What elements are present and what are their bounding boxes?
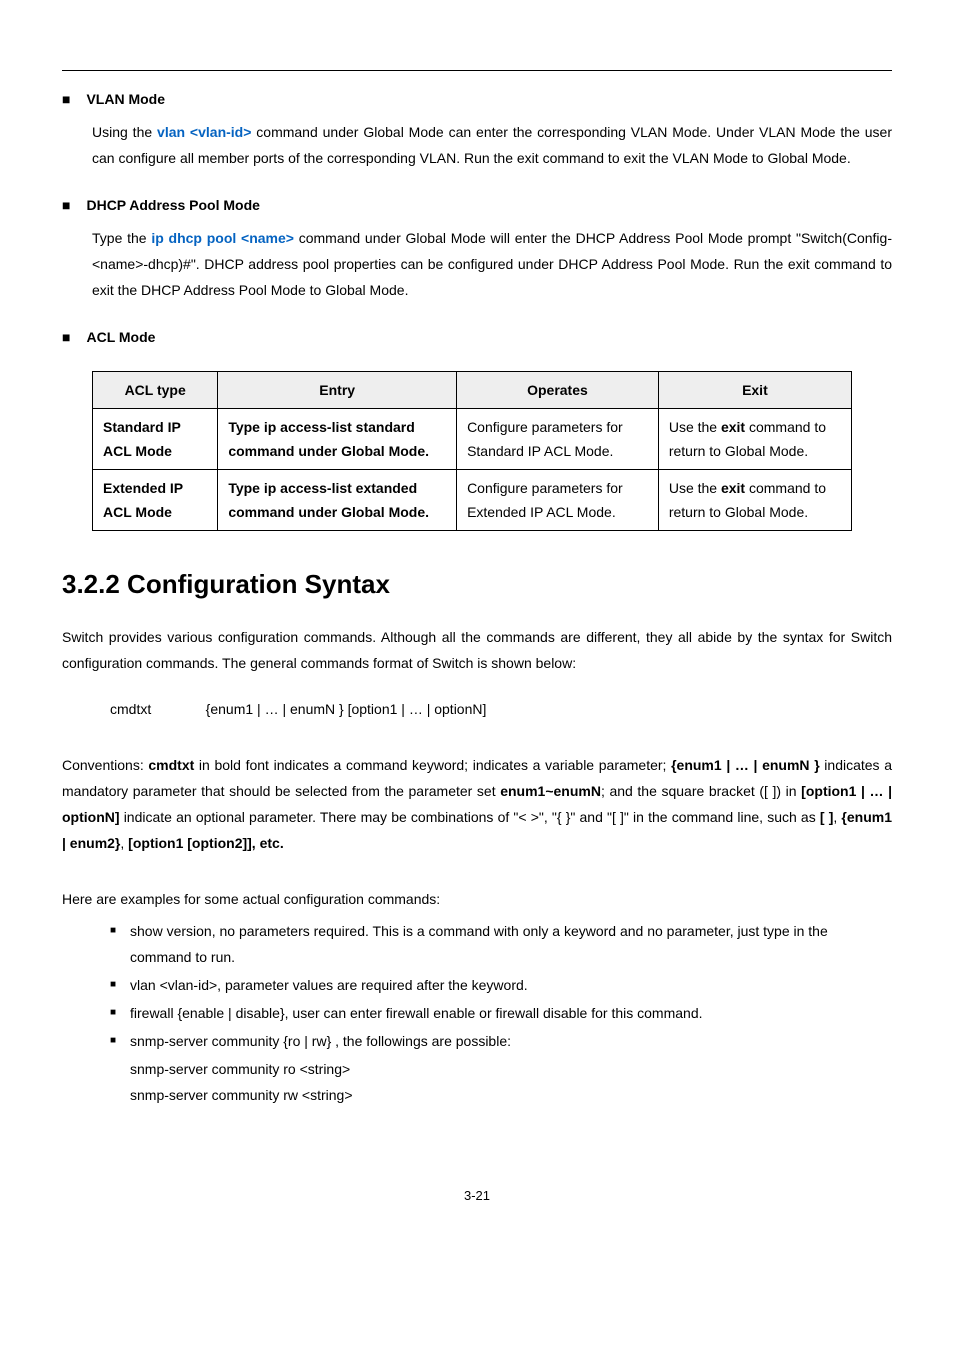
cell-acl-type: Standard IP ACL Mode [93,409,218,470]
section-acl: ■ ACL Mode [62,327,892,347]
top-rule [62,70,892,71]
table-row: Standard IP ACL Mode Type ip access-list… [93,409,852,470]
heading-config-syntax: 3.2.2 Configuration Syntax [62,569,892,600]
text: Conventions: [62,757,148,773]
list-item: show version, no parameters required. Th… [110,918,892,970]
bold-text: enum1~enumN [500,783,601,799]
link-vlan[interactable]: vlan <vlan-id> [157,124,251,140]
bold-text: Type ip access-list standard command und… [228,419,429,459]
bold-text: exit [721,480,745,496]
cell-acl-type: Extended IP ACL Mode [93,470,218,531]
th-entry: Entry [218,372,457,409]
text: Use the [669,480,721,496]
th-acl-type: ACL type [93,372,218,409]
bold-text: {enum1 | … | enumN } [671,757,820,773]
cell-exit: Use the exit command to return to Global… [658,470,851,531]
text: , [120,835,128,851]
page-number: 3-21 [62,1188,892,1203]
text: indicate an optional parameter. There ma… [120,809,820,825]
link-dhcp[interactable]: ip dhcp pool <name> [151,230,294,246]
bold-text: [ ] [820,809,833,825]
cell-entry: Type ip access-list standard command und… [218,409,457,470]
section-title: VLAN Mode [86,89,165,109]
cell-exit: Use the exit command to return to Global… [658,409,851,470]
bullet-icon: ■ [62,89,70,109]
examples-intro: Here are examples for some actual config… [62,886,892,912]
bold-text: [option1 [option2]], etc. [128,835,284,851]
th-operates: Operates [457,372,659,409]
th-exit: Exit [658,372,851,409]
bold-text: cmdtxt [148,757,194,773]
section-dhcp: ■ DHCP Address Pool Mode Type the ip dhc… [62,195,892,303]
section-title: ACL Mode [86,327,155,347]
acl-table: ACL type Entry Operates Exit Standard IP… [92,371,852,531]
list-item: snmp-server community {ro | rw} , the fo… [110,1028,892,1054]
text: in bold font indicates a command keyword… [194,757,671,773]
section-vlan: ■ VLAN Mode Using the vlan <vlan-id> com… [62,89,892,171]
intro-paragraph: Switch provides various configuration co… [62,624,892,676]
bold-text: Standard IP ACL Mode [103,419,181,459]
bold-text: Extended IP ACL Mode [103,480,183,520]
cell-entry: Type ip access-list extanded command und… [218,470,457,531]
list-item: firewall {enable | disable}, user can en… [110,1000,892,1026]
section-header: ■ DHCP Address Pool Mode [62,195,892,215]
subline: snmp-server community ro <string> [130,1056,892,1082]
section-header: ■ VLAN Mode [62,89,892,109]
bullet-icon: ■ [62,195,70,215]
cell-operates: Configure parameters for Standard IP ACL… [457,409,659,470]
bullet-icon: ■ [62,327,70,347]
subline: snmp-server community rw <string> [130,1082,892,1108]
text: Type the [92,230,151,246]
table-header-row: ACL type Entry Operates Exit [93,372,852,409]
list-item: vlan <vlan-id>, parameter values are req… [110,972,892,998]
section-body: Using the vlan <vlan-id> command under G… [92,119,892,171]
section-title: DHCP Address Pool Mode [86,195,259,215]
text: Using the [92,124,157,140]
text: Use the [669,419,721,435]
bold-text: exit [721,419,745,435]
examples-list: show version, no parameters required. Th… [110,918,892,1054]
syntax-line: cmdtxt {enum1 | … | enumN } [option1 | …… [110,696,892,722]
conventions-paragraph: Conventions: cmdtxt in bold font indicat… [62,752,892,856]
cell-operates: Configure parameters for Extended IP ACL… [457,470,659,531]
section-header: ■ ACL Mode [62,327,892,347]
table-row: Extended IP ACL Mode Type ip access-list… [93,470,852,531]
section-body: Type the ip dhcp pool <name> command und… [92,225,892,303]
bold-text: Type ip access-list extanded command und… [228,480,429,520]
text: ; and the square bracket ([ ]) in [601,783,801,799]
